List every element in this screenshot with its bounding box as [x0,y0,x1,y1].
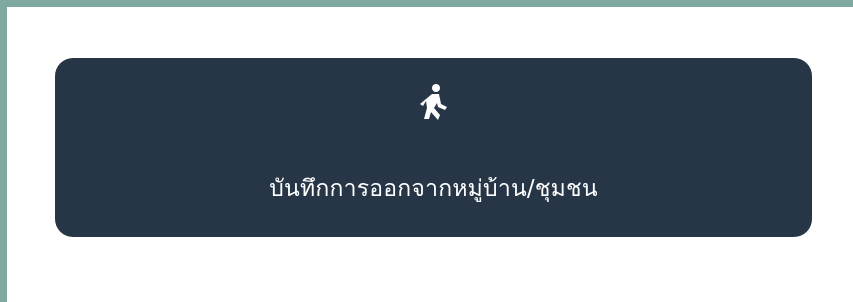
page-frame: บันทึกการออกจากหมู่บ้าน/ชุมชน [7,7,853,302]
record-leaving-village-button[interactable]: บันทึกการออกจากหมู่บ้าน/ชุมชน [55,58,812,237]
walking-person-icon [414,83,454,123]
record-leaving-village-label: บันทึกการออกจากหมู่บ้าน/ชุมชน [269,176,598,202]
